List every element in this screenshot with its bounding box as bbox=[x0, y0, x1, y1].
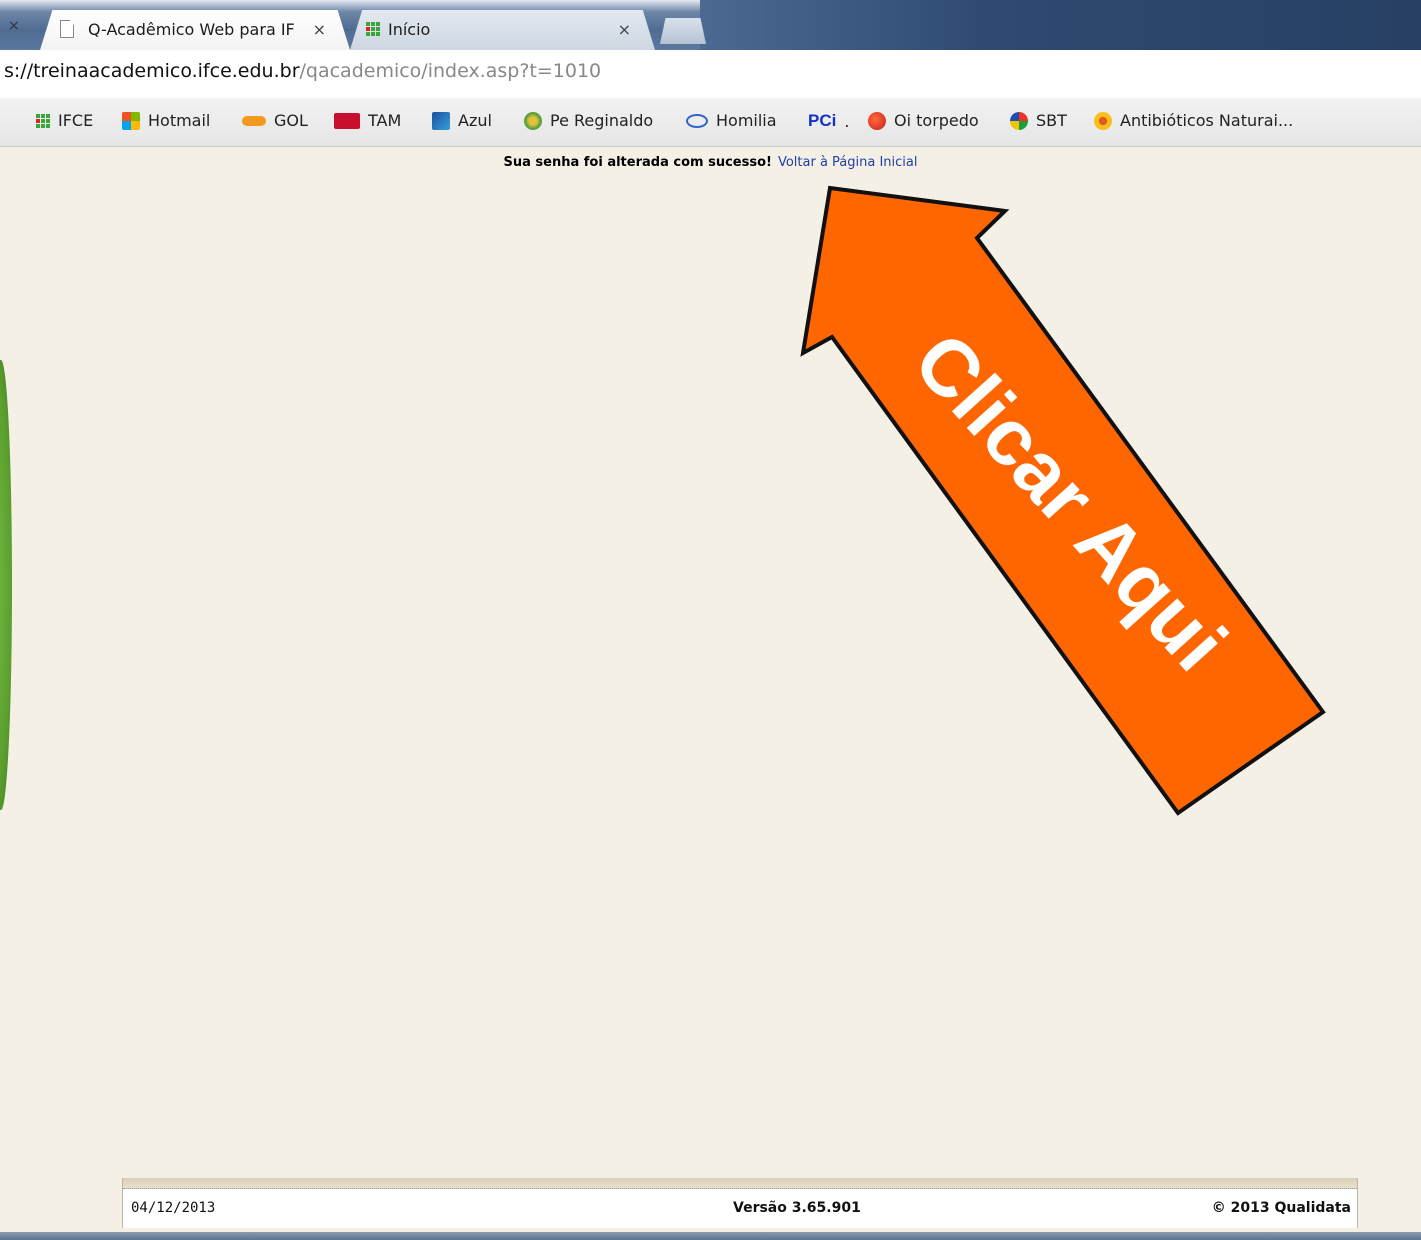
url-prefix: s:// bbox=[4, 60, 34, 82]
bookmark-antibioticos[interactable]: Antibióticos Naturai... bbox=[1094, 111, 1293, 130]
bookmark-hotmail[interactable]: Hotmail bbox=[122, 111, 210, 130]
bookmark-label: Homilia bbox=[716, 111, 777, 130]
sbt-logo-icon bbox=[1010, 111, 1028, 130]
tab-label: Q-Acadêmico Web para IF bbox=[88, 20, 295, 39]
url-path: /qacademico/index.asp?t=1010 bbox=[299, 60, 602, 82]
bookmark-label: GOL bbox=[274, 111, 308, 130]
footer-date: 04/12/2013 bbox=[131, 1200, 216, 1216]
ifce-grid-icon bbox=[36, 113, 50, 128]
new-tab-button[interactable] bbox=[660, 18, 706, 44]
bookmark-label: IFCE bbox=[58, 111, 94, 130]
oi-logo-icon bbox=[868, 111, 886, 130]
windows-logo-icon bbox=[122, 111, 140, 130]
close-icon[interactable]: × bbox=[313, 20, 326, 39]
ifce-grid-icon bbox=[366, 22, 380, 36]
flower-icon bbox=[1094, 111, 1112, 130]
tam-logo-icon bbox=[334, 112, 360, 129]
bookmark-pci[interactable]: PCi . bbox=[808, 111, 849, 131]
bookmark-tam[interactable]: TAM bbox=[334, 111, 401, 130]
footer-version: Versão 3.65.901 bbox=[733, 1200, 861, 1216]
bookmark-pe-reginaldo[interactable]: Pe Reginaldo bbox=[524, 111, 653, 130]
homilia-icon bbox=[686, 113, 708, 128]
bookmark-label: Azul bbox=[458, 111, 492, 130]
bookmark-azul[interactable]: Azul bbox=[432, 111, 492, 130]
reginaldo-icon bbox=[524, 111, 542, 130]
pci-logo-icon: PCi bbox=[808, 111, 837, 130]
tab-q-academico[interactable]: Q-Acadêmico Web para IF × bbox=[40, 10, 350, 50]
tab-strip-background bbox=[700, 0, 1421, 50]
window-bottom-edge bbox=[0, 1232, 1421, 1240]
url-text[interactable]: s://treinaacademico.ifce.edu.br/qacademi… bbox=[4, 60, 601, 82]
bookmark-gol[interactable]: GOL bbox=[242, 111, 308, 130]
address-bar[interactable]: s://treinaacademico.ifce.edu.br/qacademi… bbox=[0, 50, 1421, 99]
footer-band bbox=[123, 1178, 1357, 1189]
bookmark-label: Antibióticos Naturai... bbox=[1120, 111, 1294, 130]
success-message: Sua senha foi alterada com sucesso! bbox=[503, 155, 772, 170]
bookmark-label: SBT bbox=[1036, 111, 1067, 130]
bookmark-sbt[interactable]: SBT bbox=[1010, 111, 1067, 130]
azul-logo-icon bbox=[432, 111, 450, 130]
bookmark-label: TAM bbox=[368, 111, 402, 130]
gol-logo-icon bbox=[242, 115, 266, 126]
footer-copyright: © 2013 Qualidata bbox=[1211, 1200, 1351, 1216]
bookmark-label: . bbox=[844, 111, 850, 131]
close-icon[interactable]: × bbox=[8, 18, 20, 34]
bookmark-ifce[interactable]: IFCE bbox=[36, 111, 93, 130]
bookmark-label: Pe Reginaldo bbox=[550, 111, 654, 130]
bookmark-label: Oi torpedo bbox=[894, 111, 979, 130]
tab-strip: × Q-Acadêmico Web para IF × Início × bbox=[0, 0, 1421, 50]
bookmark-oi-torpedo[interactable]: Oi torpedo bbox=[868, 111, 979, 130]
close-icon[interactable]: × bbox=[618, 20, 631, 39]
url-host: treinaacademico.ifce.edu.br bbox=[33, 60, 300, 82]
bookmark-label: Hotmail bbox=[148, 111, 211, 130]
return-home-link[interactable]: Voltar à Página Inicial bbox=[778, 155, 918, 170]
page-icon bbox=[60, 20, 74, 38]
tab-inicio[interactable]: Início × bbox=[350, 10, 655, 50]
bookmark-homilia[interactable]: Homilia bbox=[686, 111, 777, 130]
tab-label: Início bbox=[388, 20, 431, 39]
footer: 04/12/2013 Versão 3.65.901 © 2013 Qualid… bbox=[122, 1178, 1358, 1228]
bookmarks-bar: IFCE Hotmail GOL TAM Azul Pe Reginaldo H… bbox=[0, 98, 1421, 147]
page-content: Sua senha foi alterada com sucesso! Volta… bbox=[0, 147, 1421, 1240]
status-message-row: Sua senha foi alterada com sucesso! Volta… bbox=[0, 155, 1421, 170]
